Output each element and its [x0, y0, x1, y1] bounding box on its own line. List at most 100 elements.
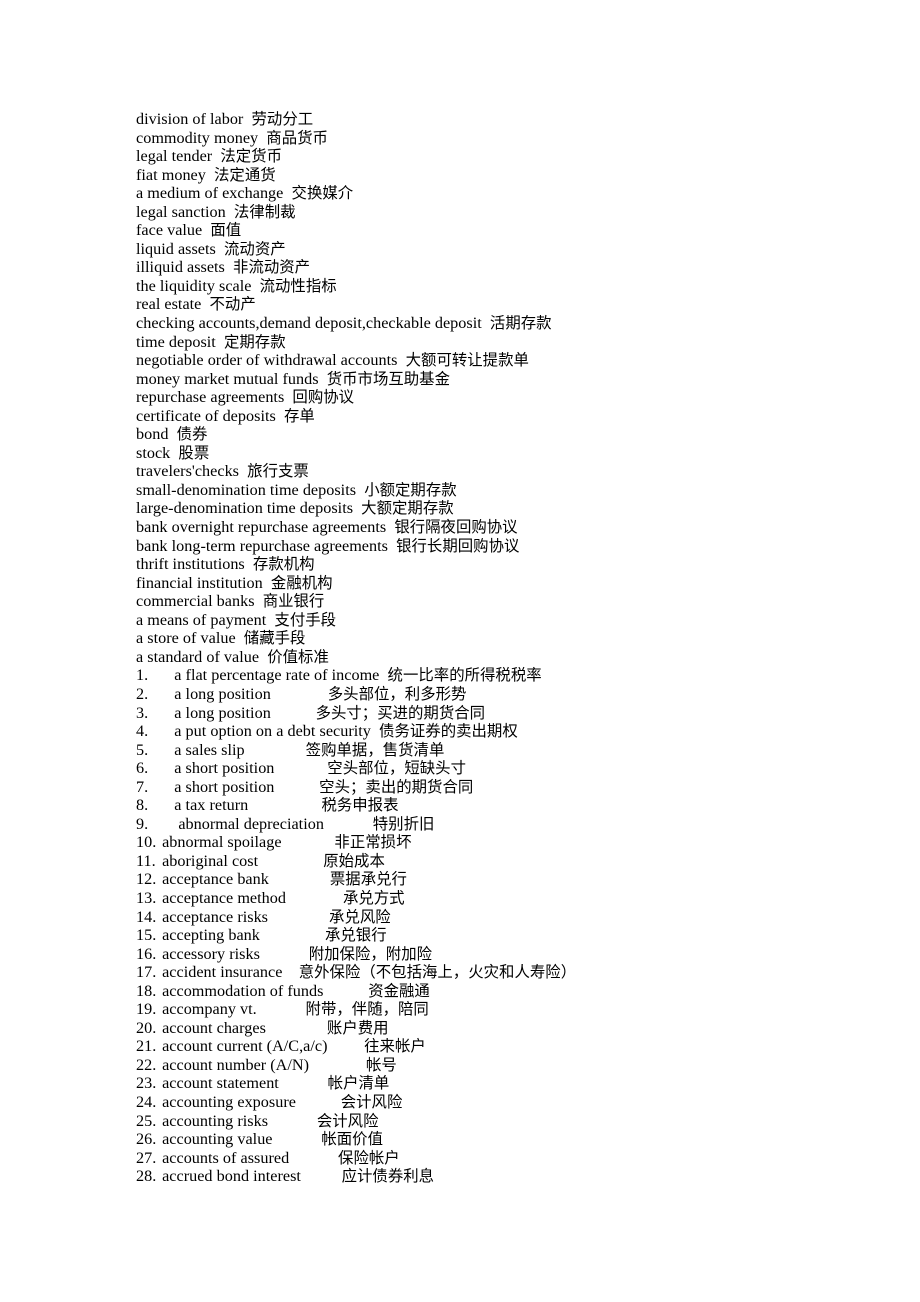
term-number: 20. — [136, 1018, 157, 1037]
term-english: account charges — [162, 1018, 266, 1037]
term-english: accommodation of funds — [162, 981, 324, 1000]
term-line: time deposit 定期存款 — [136, 333, 920, 352]
term-english: acceptance risks — [162, 907, 269, 926]
term-separator — [258, 852, 323, 871]
term-chinese: 小额定期存款 — [364, 480, 457, 499]
term-chinese: 银行隔夜回购协议 — [394, 518, 518, 537]
term-line: bank long-term repurchase agreements 银行长… — [136, 537, 920, 556]
term-chinese: 保险帐户 — [338, 1148, 400, 1167]
term-separator — [239, 462, 247, 481]
term-number: 25. — [136, 1111, 157, 1130]
term-chinese: 法定通货 — [214, 165, 276, 184]
term-separator — [356, 481, 364, 500]
numbered-term-line: 1. a flat percentage rate of income 统一比率… — [136, 666, 920, 685]
term-separator — [271, 704, 316, 723]
term-english: bank overnight repurchase agreements — [136, 518, 387, 537]
term-chinese: 附带，伴随，陪同 — [305, 1000, 429, 1019]
numbered-term-line: 18. accommodation of funds 资金融通 — [136, 982, 920, 1001]
term-english: a tax return — [174, 796, 249, 815]
term-indent — [158, 666, 174, 685]
term-separator — [245, 741, 306, 760]
term-chinese: 大额可转让提款单 — [405, 351, 529, 370]
term-chinese: 旅行支票 — [247, 462, 309, 481]
term-separator — [260, 926, 325, 945]
term-english: a sales slip — [174, 740, 245, 759]
term-line: a standard of value 价值标准 — [136, 648, 920, 667]
term-chinese: 帐号 — [365, 1055, 397, 1074]
term-english: repurchase agreements — [136, 388, 285, 407]
numbered-term-line: 17. accident insurance 意外保险（不包括海上，火灾和人寿险… — [136, 963, 920, 982]
term-separator — [168, 425, 176, 444]
term-separator — [276, 407, 284, 426]
term-indent — [158, 722, 174, 741]
term-english: abnormal depreciation — [178, 814, 324, 833]
term-separator — [371, 722, 379, 741]
term-english: stock — [136, 443, 171, 462]
term-english: accompany vt. — [162, 1000, 257, 1019]
term-line: stock 股票 — [136, 444, 920, 463]
term-separator — [257, 1000, 306, 1019]
term-line: a medium of exchange 交换媒介 — [136, 184, 920, 203]
term-chinese: 劳动分工 — [251, 110, 314, 128]
term-english: a short position — [174, 777, 275, 796]
term-english: accepting bank — [162, 926, 260, 945]
term-chinese: 股票 — [178, 443, 210, 462]
numbered-term-line: 13. acceptance method 承兑方式 — [136, 889, 920, 908]
term-english: accounting risks — [162, 1111, 269, 1130]
term-english: small-denomination time deposits — [136, 480, 357, 499]
term-chinese: 空头部位，短缺头寸 — [327, 759, 466, 778]
term-separator — [274, 778, 319, 797]
term-number: 13. — [136, 888, 157, 907]
term-separator — [266, 1019, 327, 1038]
term-line: checking accounts,demand deposit,checkab… — [136, 314, 920, 333]
term-number: 24. — [136, 1092, 157, 1111]
term-separator — [388, 537, 396, 556]
term-chinese: 账户费用 — [326, 1018, 389, 1037]
term-separator — [289, 1149, 338, 1168]
term-chinese: 交换媒介 — [291, 184, 354, 203]
term-indent — [158, 741, 174, 760]
term-english: abnormal spoilage — [162, 833, 282, 852]
term-english: bond — [136, 425, 169, 444]
term-separator — [282, 833, 335, 852]
term-number: 4. — [136, 722, 149, 741]
term-english: legal tender — [136, 147, 213, 166]
numbered-term-line: 9. abnormal depreciation 特别折旧 — [136, 815, 920, 834]
term-separator — [482, 314, 490, 333]
term-english: account statement — [162, 1074, 279, 1093]
term-chinese: 流动性指标 — [259, 276, 337, 295]
term-chinese: 不动产 — [209, 295, 256, 314]
numbered-term-line: 21. account current (A/C,a/c) 往来帐户 — [136, 1037, 920, 1056]
term-chinese: 金融机构 — [270, 573, 333, 592]
term-separator — [269, 870, 330, 889]
numbered-term-line: 16. accessory risks 附加保险，附加险 — [136, 945, 920, 964]
numbered-term-line: 20. account charges 账户费用 — [136, 1019, 920, 1038]
term-line: small-denomination time deposits 小额定期存款 — [136, 481, 920, 500]
term-number: 22. — [136, 1055, 157, 1074]
term-chinese: 资金融通 — [368, 981, 430, 1000]
term-number: 18. — [136, 981, 157, 1000]
term-line: liquid assets 流动资产 — [136, 240, 920, 259]
term-separator — [263, 574, 271, 593]
term-line: repurchase agreements 回购协议 — [136, 388, 920, 407]
term-english: a medium of exchange — [136, 184, 284, 203]
term-line: travelers'checks 旅行支票 — [136, 462, 920, 481]
term-line: financial institution 金融机构 — [136, 574, 920, 593]
term-line: certificate of deposits 存单 — [136, 407, 920, 426]
term-chinese: 票据承兑行 — [329, 870, 407, 889]
term-english: a flat percentage rate of income — [174, 666, 380, 685]
term-line: legal sanction 法律制裁 — [136, 203, 920, 222]
numbered-term-line: 28. accrued bond interest 应计债券利息 — [136, 1167, 920, 1186]
numbered-term-line: 23. account statement 帐户清单 — [136, 1074, 920, 1093]
term-separator — [255, 592, 263, 611]
numbered-term-line: 4. a put option on a debt security 债务证券的… — [136, 722, 920, 741]
term-line: commodity money 商品货币 — [136, 129, 920, 148]
term-separator — [259, 648, 267, 667]
term-english: division of labor — [136, 110, 244, 128]
term-english: certificate of deposits — [136, 406, 276, 425]
term-number: 14. — [136, 907, 157, 926]
term-chinese: 非流动资产 — [233, 258, 311, 277]
term-chinese: 商品货币 — [266, 128, 328, 147]
term-english: travelers'checks — [136, 462, 240, 481]
term-separator — [216, 240, 224, 259]
